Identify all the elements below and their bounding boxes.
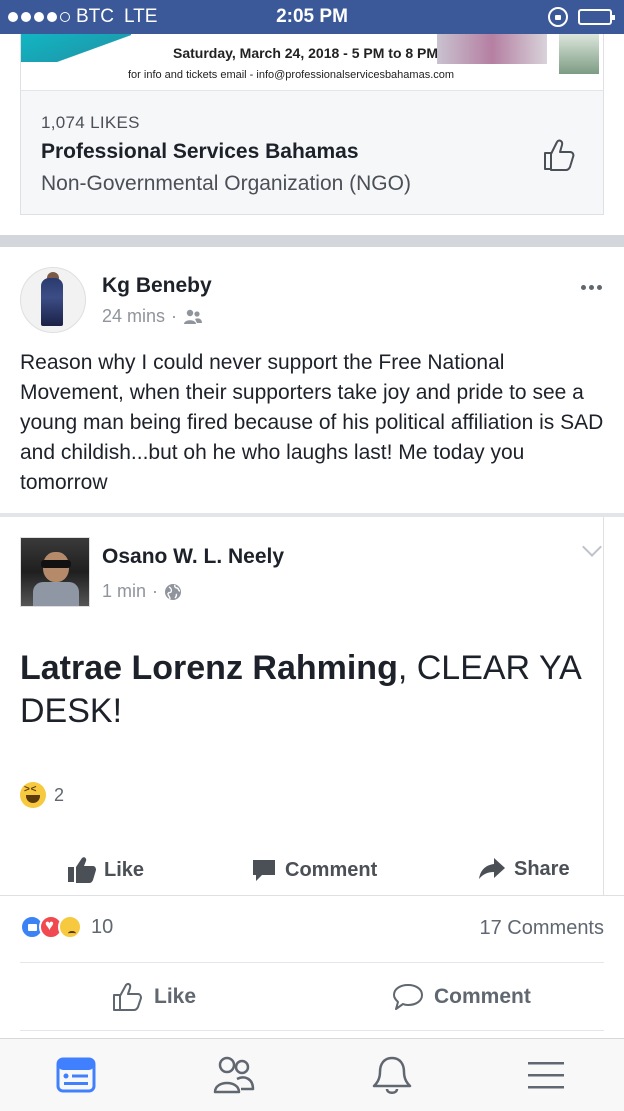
comment-filled-icon xyxy=(253,860,275,881)
news-feed-icon xyxy=(56,1057,96,1093)
comment-label: Comment xyxy=(285,858,378,881)
avatar[interactable] xyxy=(20,537,90,607)
sad-reaction-icon xyxy=(58,915,82,939)
friends-tab-icon xyxy=(213,1056,255,1094)
share-label: Share xyxy=(514,857,570,880)
comment-outline-icon xyxy=(393,984,423,1010)
rotation-lock-icon xyxy=(548,7,568,27)
tab-news-feed[interactable] xyxy=(54,1053,98,1097)
banner-graphic xyxy=(21,34,131,62)
shared-post-text: Latrae Lorenz Rahming, CLEAR YA DESK! xyxy=(20,647,600,733)
haha-reaction-icon xyxy=(20,782,46,808)
page-name[interactable]: Professional Services Bahamas xyxy=(41,140,359,164)
banner-event-info: for info and tickets email - info@profes… xyxy=(128,69,455,81)
feed-divider xyxy=(0,235,624,247)
like-button[interactable]: Like xyxy=(112,982,196,1012)
tab-friends[interactable] xyxy=(212,1053,256,1097)
meta-separator: · xyxy=(171,306,178,326)
meta-separator: · xyxy=(152,581,159,601)
banner-photo xyxy=(437,34,547,64)
page-category: Non-Governmental Organization (NGO) xyxy=(41,172,411,195)
like-outline-icon xyxy=(113,983,142,1011)
post-meta: 24 mins · xyxy=(102,306,203,327)
bell-icon xyxy=(372,1056,412,1094)
like-label: Like xyxy=(104,858,145,881)
post-author-name[interactable]: Kg Beneby xyxy=(102,274,212,298)
status-time: 2:05 PM xyxy=(276,6,348,27)
reaction-summary[interactable]: 10 xyxy=(20,915,113,939)
shared-like-button[interactable]: Like xyxy=(68,857,144,883)
tab-notifications[interactable] xyxy=(370,1053,414,1097)
shared-author-name[interactable]: Osano W. L. Neely xyxy=(102,545,284,569)
share-arrow-icon xyxy=(479,858,505,879)
page-likes-count: 1,074 LIKES xyxy=(41,113,140,132)
shared-share-button[interactable]: Share xyxy=(478,857,570,881)
shared-reactions[interactable]: 2 xyxy=(20,782,64,808)
like-label: Like xyxy=(154,985,197,1008)
shared-post[interactable]: Osano W. L. Neely 1 min · Latrae Lorenz … xyxy=(0,517,604,895)
banner-event-date: Saturday, March 24, 2018 - 5 PM to 8 PM xyxy=(173,45,439,61)
comments-count-link[interactable]: 17 Comments xyxy=(480,917,605,940)
shared-post-timestamp[interactable]: 1 min xyxy=(102,581,146,602)
bottom-tab-bar xyxy=(0,1038,624,1111)
page-cover-image[interactable]: Saturday, March 24, 2018 - 5 PM to 8 PM … xyxy=(20,34,604,90)
like-filled-icon xyxy=(68,857,96,883)
shared-post-meta: 1 min · xyxy=(102,581,182,602)
status-bar: BTC LTE 2:05 PM xyxy=(0,0,624,34)
friends-icon xyxy=(184,309,203,324)
shared-reaction-count: 2 xyxy=(54,784,65,805)
tab-menu[interactable] xyxy=(524,1053,568,1097)
divider xyxy=(0,895,624,896)
hamburger-menu-icon xyxy=(528,1062,564,1089)
avatar[interactable] xyxy=(20,267,86,333)
more-options-icon[interactable] xyxy=(581,285,602,290)
shared-comment-button[interactable]: Comment xyxy=(251,857,377,883)
like-page-icon[interactable] xyxy=(541,137,577,173)
globe-icon xyxy=(165,583,182,600)
reaction-count: 10 xyxy=(91,915,114,938)
chevron-down-icon[interactable] xyxy=(582,537,602,557)
battery-icon xyxy=(578,9,615,25)
feed-post: Kg Beneby 24 mins · Reason why I could n… xyxy=(0,247,624,515)
divider xyxy=(20,1030,604,1031)
comment-button[interactable]: Comment xyxy=(392,982,531,1012)
divider xyxy=(20,962,604,963)
post-text: Reason why I could never support the Fre… xyxy=(20,351,604,494)
tagged-person[interactable]: Latrae Lorenz Rahming xyxy=(20,649,398,687)
banner-photo xyxy=(559,34,599,74)
page-info-card[interactable]: 1,074 LIKES Professional Services Bahama… xyxy=(20,90,604,215)
post-timestamp[interactable]: 24 mins xyxy=(102,306,165,327)
comment-label: Comment xyxy=(434,985,531,1008)
